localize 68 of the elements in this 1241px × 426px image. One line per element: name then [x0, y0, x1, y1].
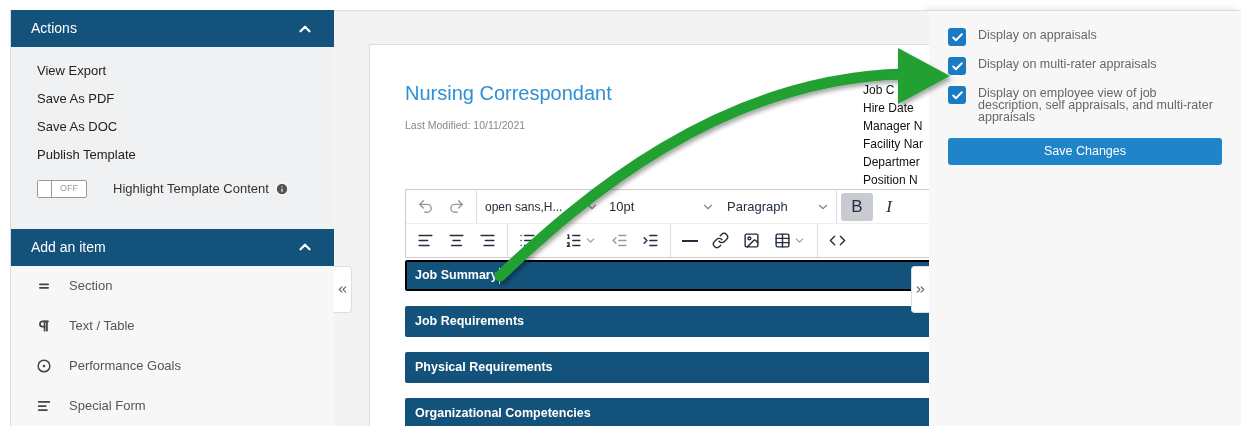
action-link[interactable]: View Export [37, 61, 107, 90]
section-title: Physical Requirements [415, 359, 553, 377]
panel-header[interactable]: Add an item [11, 228, 334, 266]
toggle-label: Highlight Template Content [113, 180, 269, 199]
action-link[interactable]: Save As DOC [37, 117, 118, 146]
field-label: Departmer [863, 154, 921, 171]
double-chevron-right-icon [914, 283, 927, 296]
outdent-icon [611, 232, 628, 249]
panel-title: Actions [31, 19, 77, 39]
field-label: Manager N [863, 118, 923, 135]
double-chevron-left-icon [336, 283, 349, 296]
image-icon [743, 232, 760, 249]
italic-button[interactable]: I [873, 192, 905, 221]
numbered-list-icon [565, 232, 582, 249]
field-label: Job C [863, 82, 896, 99]
section-bar[interactable]: Organizational Competencies [405, 398, 929, 426]
document-title: Nursing Correspondant [405, 81, 613, 106]
table-icon [774, 232, 791, 249]
panel-title: Add an item [31, 237, 106, 257]
add-item-option[interactable]: Text / Table [37, 306, 308, 346]
section-bar[interactable]: Job Summary [405, 260, 929, 291]
section-title: Job Requirements [415, 313, 525, 331]
check-icon [950, 88, 964, 102]
align-left-icon [417, 232, 434, 249]
bullet-list-icon [519, 232, 536, 249]
field-label: Position N [863, 172, 919, 189]
bold-button[interactable]: B [841, 192, 873, 221]
redo-icon [448, 198, 465, 215]
add-item-option[interactable]: Section [37, 266, 308, 306]
checkbox[interactable] [948, 86, 966, 104]
option-label: Text / Table [69, 317, 135, 336]
check-icon [950, 59, 964, 73]
checkbox-label: Display on appraisals [978, 28, 1097, 41]
field-label: Hire Date [863, 100, 915, 117]
save-changes-button[interactable]: Save Changes [948, 138, 1222, 165]
indent-icon [642, 232, 659, 249]
panel-header[interactable]: Actions [11, 10, 334, 48]
add-item-option[interactable]: Special Form [37, 386, 308, 426]
last-modified: Last Modified: 10/11/2021 [405, 118, 527, 133]
pilcrow-icon [37, 319, 51, 333]
checkbox-label: Display on employee view of job description, self appraisals, and multi-rater appraisals [978, 86, 1214, 123]
section-title: Job Summary [415, 267, 498, 285]
checkbox-label: Display on multi-rater appraisals [978, 57, 1157, 70]
undo-icon [417, 198, 434, 215]
font-select[interactable]: open sans,H... [477, 197, 605, 216]
action-link[interactable]: Publish Template [37, 145, 136, 174]
target-icon [37, 359, 51, 373]
align-right-icon [479, 232, 496, 249]
action-link[interactable]: Save As PDF [37, 89, 115, 118]
lines-icon [37, 399, 51, 413]
info-icon[interactable] [274, 182, 289, 197]
add-item-option[interactable]: Performance Goals [37, 346, 308, 386]
link-icon [712, 232, 729, 249]
section-title: Organizational Competencies [415, 405, 591, 423]
expand-panel-tab[interactable] [911, 266, 929, 313]
align-center-icon [448, 232, 465, 249]
checkbox[interactable] [948, 57, 966, 75]
option-label: Special Form [69, 397, 146, 416]
section-bar[interactable]: Physical Requirements [405, 352, 929, 383]
option-label: Performance Goals [69, 357, 181, 376]
size-select[interactable]: 10pt [605, 196, 721, 217]
horizontal-rule-icon [682, 239, 698, 242]
section-bar[interactable]: Job Requirements [405, 306, 929, 337]
option-label: Section [69, 277, 113, 296]
field-label: Facility Nar [863, 136, 923, 153]
check-icon [950, 30, 964, 44]
checkbox[interactable] [948, 28, 966, 46]
block-select[interactable]: Paragraph [721, 190, 837, 223]
